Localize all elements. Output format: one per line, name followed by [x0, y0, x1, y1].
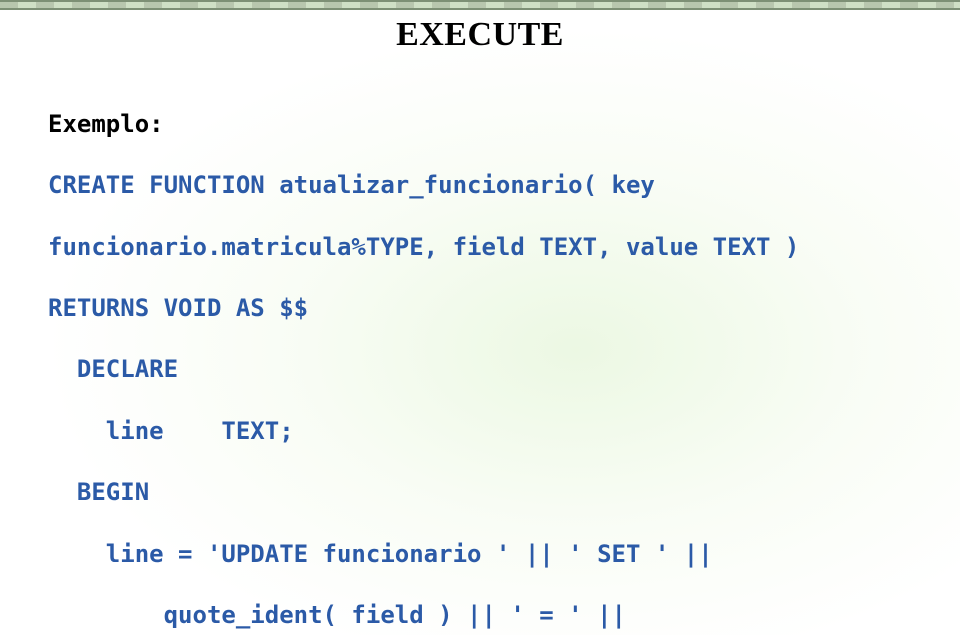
label-exemplo: Exemplo: [48, 110, 164, 138]
code-block: Exemplo: CREATE FUNCTION atualizar_funci… [48, 78, 940, 635]
code-line: Exemplo: [48, 109, 940, 140]
slide-title: EXECUTE [0, 16, 960, 54]
code-line: CREATE FUNCTION atualizar_funcionario( k… [48, 170, 940, 201]
code-line: line = 'UPDATE funcionario ' || ' SET ' … [48, 539, 940, 570]
code-line: RETURNS VOID AS $$ [48, 293, 940, 324]
code-line: funcionario.matricula%TYPE, field TEXT, … [48, 232, 940, 263]
code-line: DECLARE [48, 354, 940, 385]
code-line: line TEXT; [48, 416, 940, 447]
code-line: quote_ident( field ) || ' = ' || [48, 600, 940, 631]
decorative-top-stripe [0, 0, 960, 10]
code-line: BEGIN [48, 477, 940, 508]
